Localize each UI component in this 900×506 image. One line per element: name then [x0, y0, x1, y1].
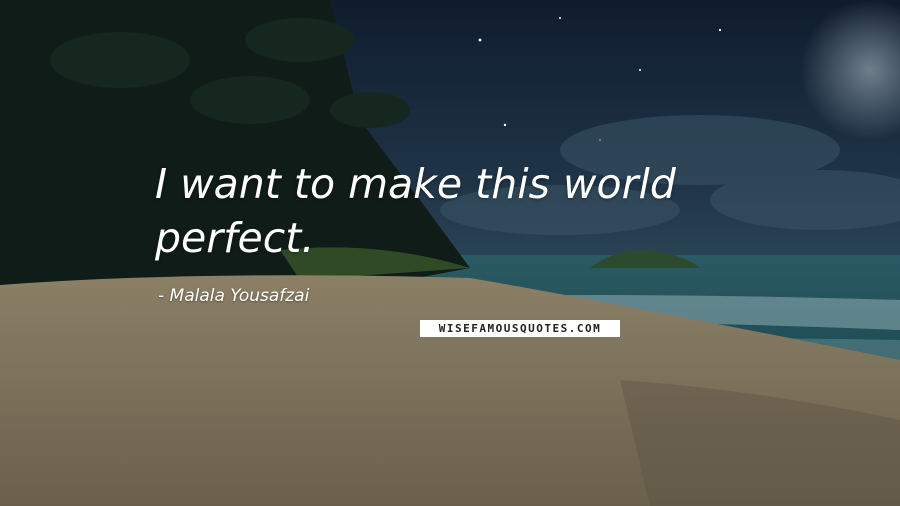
quote-line-2: perfect.: [155, 214, 315, 262]
quote-author: - Malala Yousafzai: [158, 286, 310, 306]
site-watermark: WISEFAMOUSQUOTES.COM: [420, 320, 620, 337]
quote-line-1: I want to make this world: [155, 160, 676, 208]
quote-image: I want to make this world perfect. - Mala…: [0, 0, 900, 506]
quote-text: I want to make this world perfect.: [155, 157, 795, 265]
